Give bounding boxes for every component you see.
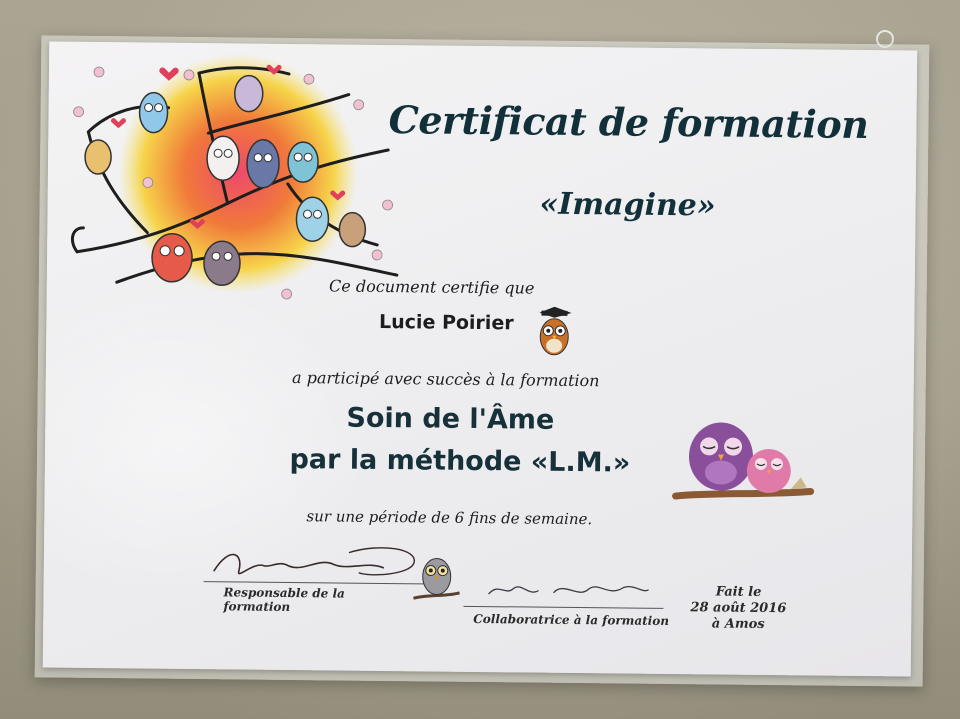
- graduate-owl-icon: [539, 306, 572, 356]
- signature-left-label: Responsable de la formation: [223, 585, 345, 615]
- certify-line: Ce document certifie que: [329, 276, 535, 298]
- date-place-block: Fait le 28 août 2016 à Amos: [683, 584, 793, 633]
- date-line-3: à Amos: [711, 616, 765, 632]
- tree-owls-illustration: [70, 53, 399, 300]
- small-owl-icon: [413, 558, 460, 600]
- recipient-name: Lucie Poirier: [378, 310, 514, 335]
- signature-right: [488, 586, 649, 595]
- signature-right-label: Collaboratrice à la formation: [473, 611, 670, 628]
- date-line-2: 28 août 2016: [690, 600, 787, 617]
- owl-pair-on-branch-icon: [672, 422, 815, 500]
- course-title-line2: par la méthode «L.M.»: [289, 444, 631, 479]
- date-line-1: Fait le: [715, 584, 762, 600]
- signature-right-line: [463, 605, 664, 609]
- certificate-subtitle: «Imagine»: [539, 186, 716, 224]
- course-title-line1: Soin de l'Âme: [346, 402, 555, 436]
- period-line: sur une période de 6 fins de semaine.: [306, 507, 593, 529]
- certificate-title: Certificat de formation: [388, 97, 869, 148]
- certificate-paper: Certificat de formation «Imagine» Ce doc…: [42, 41, 918, 677]
- signature-left: [213, 547, 415, 576]
